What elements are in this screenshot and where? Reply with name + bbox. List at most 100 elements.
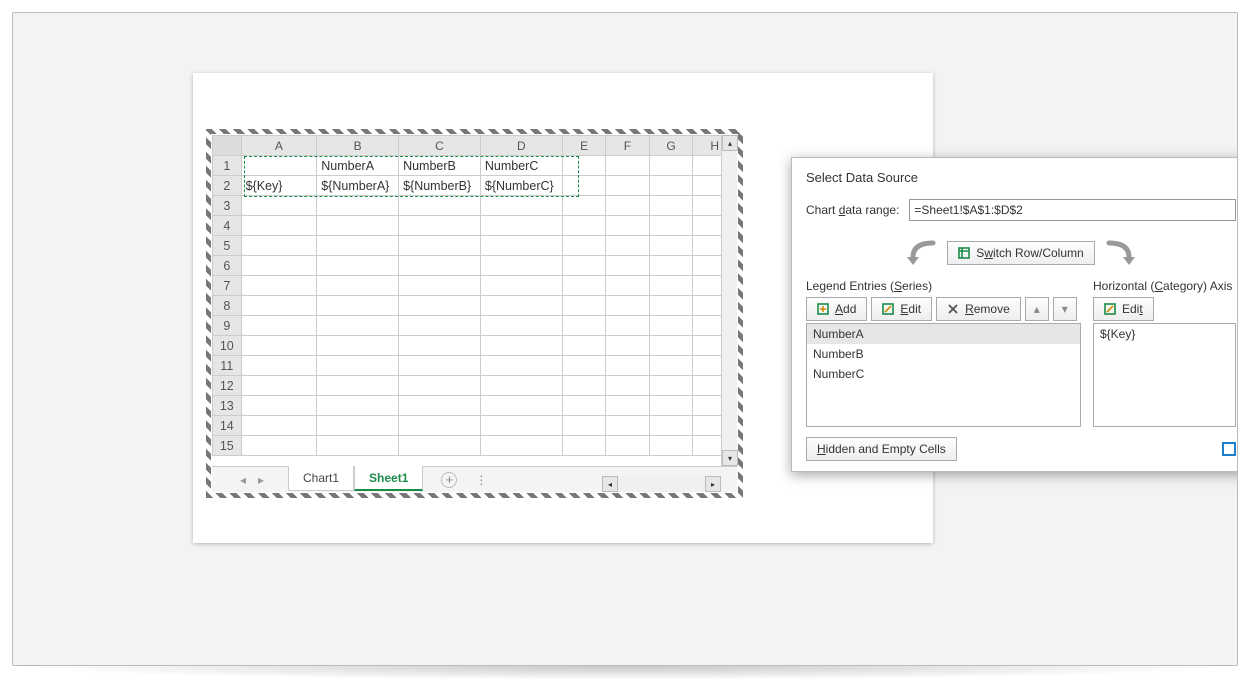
series-item[interactable]: NumberA bbox=[807, 324, 1080, 344]
cell[interactable] bbox=[649, 376, 693, 396]
cell[interactable] bbox=[649, 236, 693, 256]
cell[interactable] bbox=[606, 156, 649, 176]
cell[interactable] bbox=[399, 196, 481, 216]
cell[interactable] bbox=[562, 296, 605, 316]
edit-category-button[interactable]: Edit bbox=[1093, 297, 1154, 321]
col-header[interactable]: B bbox=[317, 136, 399, 156]
scroll-down-button[interactable]: ▾ bbox=[722, 450, 738, 466]
cell[interactable] bbox=[399, 256, 481, 276]
cell[interactable] bbox=[241, 336, 317, 356]
cell[interactable] bbox=[649, 296, 693, 316]
switch-row-column-button[interactable]: Switch Row/Column bbox=[947, 241, 1094, 265]
cell[interactable] bbox=[649, 316, 693, 336]
row-header[interactable]: 6 bbox=[213, 256, 242, 276]
cell[interactable] bbox=[241, 376, 317, 396]
cell[interactable] bbox=[241, 236, 317, 256]
row-header[interactable]: 5 bbox=[213, 236, 242, 256]
cell[interactable] bbox=[399, 416, 481, 436]
cell[interactable] bbox=[562, 316, 605, 336]
cell[interactable] bbox=[317, 416, 399, 436]
cell[interactable] bbox=[562, 276, 605, 296]
cell[interactable] bbox=[317, 396, 399, 416]
row-header[interactable]: 14 bbox=[213, 416, 242, 436]
cell[interactable] bbox=[399, 376, 481, 396]
cell[interactable] bbox=[241, 216, 317, 236]
cell[interactable] bbox=[480, 436, 562, 456]
cell[interactable] bbox=[606, 316, 649, 336]
cell[interactable] bbox=[399, 436, 481, 456]
move-series-up-button[interactable]: ▴ bbox=[1025, 297, 1049, 321]
cell[interactable] bbox=[241, 416, 317, 436]
cell[interactable] bbox=[606, 236, 649, 256]
cell[interactable] bbox=[480, 296, 562, 316]
row-header[interactable]: 11 bbox=[213, 356, 242, 376]
cell[interactable] bbox=[606, 396, 649, 416]
cell[interactable] bbox=[480, 316, 562, 336]
hidden-empty-cells-button[interactable]: Hidden and Empty Cells bbox=[806, 437, 957, 461]
select-all-corner[interactable] bbox=[213, 136, 242, 156]
cell[interactable] bbox=[606, 296, 649, 316]
cell[interactable] bbox=[317, 196, 399, 216]
grid[interactable]: A B C D E F G H 1NumberANumberBNumberC2$… bbox=[212, 135, 737, 456]
cell[interactable] bbox=[399, 216, 481, 236]
cell[interactable] bbox=[649, 436, 693, 456]
cell[interactable] bbox=[241, 436, 317, 456]
cell[interactable] bbox=[649, 176, 693, 196]
cell[interactable] bbox=[399, 296, 481, 316]
cell[interactable] bbox=[317, 436, 399, 456]
scroll-up-button[interactable]: ▴ bbox=[722, 135, 738, 151]
category-listbox[interactable]: ${Key} bbox=[1093, 323, 1236, 427]
cell[interactable]: NumberA bbox=[317, 156, 399, 176]
cell[interactable] bbox=[562, 196, 605, 216]
cell[interactable] bbox=[480, 416, 562, 436]
col-header[interactable]: A bbox=[241, 136, 317, 156]
cell[interactable] bbox=[649, 396, 693, 416]
cell[interactable] bbox=[649, 196, 693, 216]
series-listbox[interactable]: NumberANumberBNumberC bbox=[806, 323, 1081, 427]
cell[interactable]: NumberB bbox=[399, 156, 481, 176]
cell[interactable] bbox=[649, 416, 693, 436]
cell[interactable] bbox=[399, 276, 481, 296]
cell[interactable] bbox=[317, 316, 399, 336]
cell[interactable]: NumberC bbox=[480, 156, 562, 176]
cell[interactable] bbox=[241, 156, 317, 176]
cell[interactable] bbox=[241, 196, 317, 216]
cell[interactable] bbox=[317, 256, 399, 276]
vertical-scrollbar[interactable]: ▴ ▾ bbox=[721, 135, 737, 466]
cell[interactable] bbox=[241, 256, 317, 276]
cell[interactable] bbox=[562, 416, 605, 436]
cell[interactable] bbox=[562, 176, 605, 196]
tab-options-icon[interactable]: ⋮ bbox=[475, 473, 487, 487]
cell[interactable] bbox=[562, 436, 605, 456]
cell[interactable] bbox=[241, 396, 317, 416]
cell[interactable] bbox=[480, 336, 562, 356]
cell[interactable] bbox=[480, 236, 562, 256]
col-header[interactable]: E bbox=[562, 136, 605, 156]
cell[interactable] bbox=[562, 256, 605, 276]
cell[interactable] bbox=[317, 296, 399, 316]
cell[interactable] bbox=[317, 216, 399, 236]
cell[interactable] bbox=[649, 336, 693, 356]
cell[interactable] bbox=[241, 356, 317, 376]
cell[interactable] bbox=[562, 376, 605, 396]
cell[interactable] bbox=[606, 356, 649, 376]
row-header[interactable]: 13 bbox=[213, 396, 242, 416]
cell[interactable] bbox=[606, 276, 649, 296]
cell[interactable] bbox=[241, 276, 317, 296]
cell[interactable] bbox=[241, 296, 317, 316]
scroll-left-button[interactable]: ◂ bbox=[602, 476, 618, 492]
edit-series-button[interactable]: Edit bbox=[871, 297, 932, 321]
cell[interactable] bbox=[562, 396, 605, 416]
cell[interactable] bbox=[480, 356, 562, 376]
cell[interactable] bbox=[241, 316, 317, 336]
cell[interactable] bbox=[606, 176, 649, 196]
series-item[interactable]: NumberC bbox=[807, 364, 1080, 384]
move-series-down-button[interactable]: ▾ bbox=[1053, 297, 1077, 321]
cell[interactable] bbox=[606, 436, 649, 456]
row-header[interactable]: 2 bbox=[213, 176, 242, 196]
col-header[interactable]: C bbox=[399, 136, 481, 156]
row-header[interactable]: 3 bbox=[213, 196, 242, 216]
cell[interactable] bbox=[317, 276, 399, 296]
row-header[interactable]: 1 bbox=[213, 156, 242, 176]
row-header[interactable]: 8 bbox=[213, 296, 242, 316]
